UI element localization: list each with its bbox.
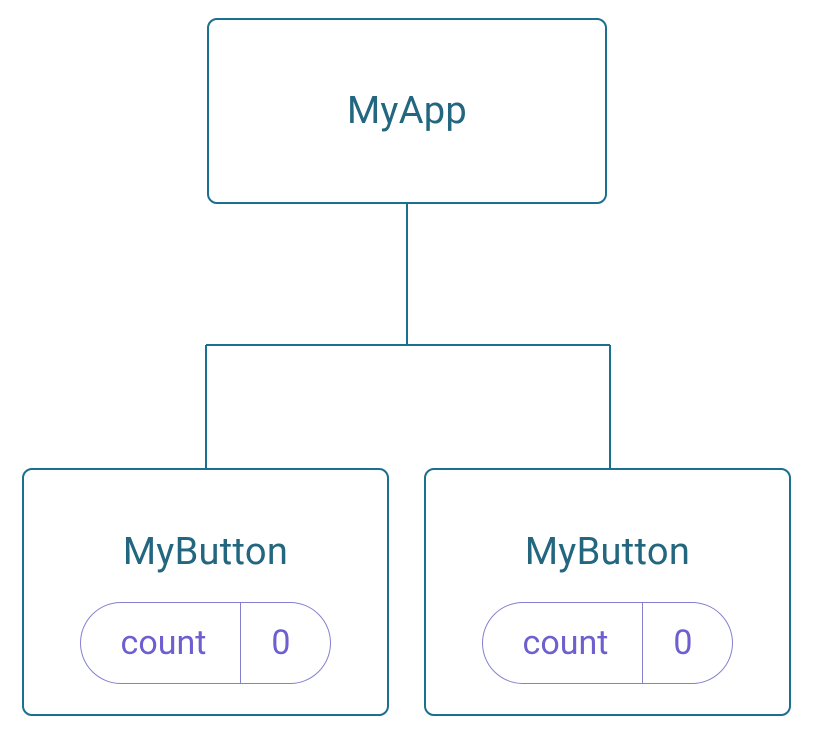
- state-pill: count 0: [80, 602, 332, 684]
- state-value: 0: [643, 603, 732, 683]
- child-node-mybutton-left: MyButton count 0: [22, 468, 389, 716]
- state-value: 0: [241, 603, 330, 683]
- root-node-myapp: MyApp: [207, 18, 607, 204]
- state-pill: count 0: [482, 602, 734, 684]
- component-tree-diagram: MyApp MyButton count 0 MyButton count 0: [0, 0, 814, 734]
- child-node-label: MyButton: [525, 530, 690, 574]
- child-node-label: MyButton: [123, 530, 288, 574]
- root-node-label: MyApp: [347, 89, 467, 133]
- child-node-mybutton-right: MyButton count 0: [424, 468, 791, 716]
- state-name: count: [81, 603, 242, 683]
- state-name: count: [483, 603, 644, 683]
